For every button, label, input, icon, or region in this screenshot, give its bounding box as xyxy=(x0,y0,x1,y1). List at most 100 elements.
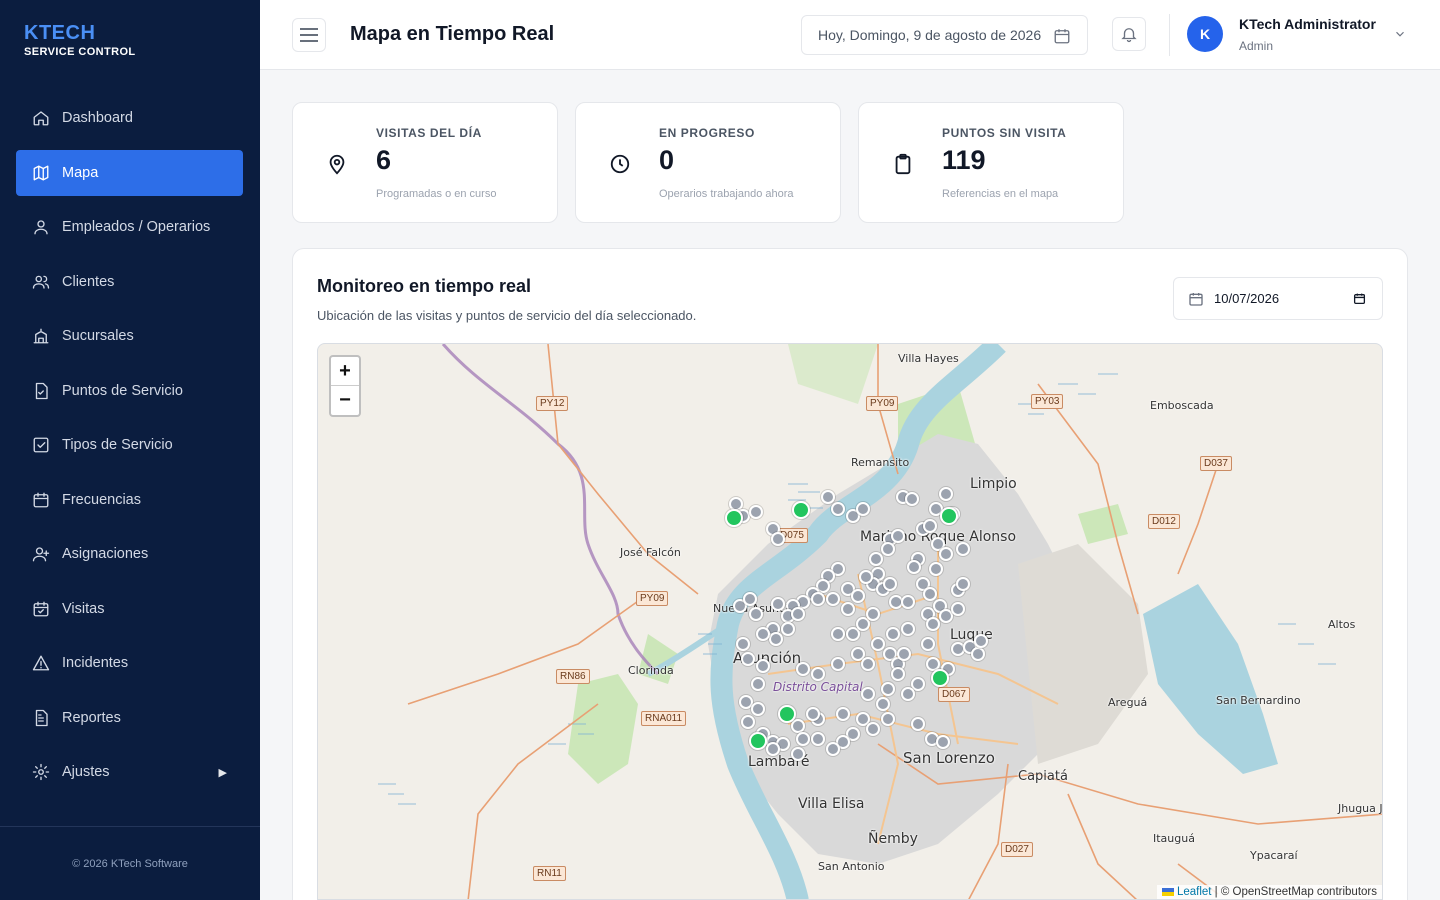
service-point-marker[interactable] xyxy=(771,532,785,546)
service-point-marker[interactable] xyxy=(796,662,810,676)
service-point-marker[interactable] xyxy=(866,722,880,736)
map-view[interactable]: Villa Hayes Emboscada Remansito Limpio José … xyxy=(317,343,1383,900)
menu-toggle-button[interactable] xyxy=(292,18,326,52)
visit-marker[interactable] xyxy=(749,732,767,750)
service-point-marker[interactable] xyxy=(891,667,905,681)
service-point-marker[interactable] xyxy=(861,687,875,701)
service-point-marker[interactable] xyxy=(929,562,943,576)
service-point-marker[interactable] xyxy=(751,677,765,691)
service-point-marker[interactable] xyxy=(886,627,900,641)
expand-arrow-icon[interactable]: ▶ xyxy=(219,766,227,779)
sidebar-item-sucursales[interactable]: Sucursales xyxy=(16,313,243,359)
service-point-marker[interactable] xyxy=(851,589,865,603)
service-point-marker[interactable] xyxy=(859,570,873,584)
service-point-marker[interactable] xyxy=(771,597,785,611)
service-point-marker[interactable] xyxy=(741,715,755,729)
service-point-marker[interactable] xyxy=(836,707,850,721)
service-point-marker[interactable] xyxy=(911,717,925,731)
service-point-marker[interactable] xyxy=(869,552,883,566)
zoom-out-button[interactable]: − xyxy=(331,386,359,415)
service-point-marker[interactable] xyxy=(951,602,965,616)
service-point-marker[interactable] xyxy=(826,592,840,606)
service-point-marker[interactable] xyxy=(926,617,940,631)
service-point-marker[interactable] xyxy=(901,687,915,701)
service-point-marker[interactable] xyxy=(811,732,825,746)
service-point-marker[interactable] xyxy=(901,595,915,609)
service-point-marker[interactable] xyxy=(806,707,820,721)
service-point-marker[interactable] xyxy=(939,547,953,561)
sidebar-item-reportes[interactable]: Reportes xyxy=(16,695,243,741)
service-point-marker[interactable] xyxy=(861,657,875,671)
service-point-marker[interactable] xyxy=(756,627,770,641)
today-date-display[interactable]: Hoy, Domingo, 9 de agosto de 2026 xyxy=(801,15,1088,55)
service-point-marker[interactable] xyxy=(907,560,921,574)
service-point-marker[interactable] xyxy=(974,634,988,648)
service-point-marker[interactable] xyxy=(905,492,919,506)
service-point-marker[interactable] xyxy=(821,490,835,504)
service-point-marker[interactable] xyxy=(741,652,755,666)
visit-marker[interactable] xyxy=(725,509,743,527)
sidebar-item-dashboard[interactable]: Dashboard xyxy=(16,95,243,141)
service-point-marker[interactable] xyxy=(936,735,950,749)
service-point-marker[interactable] xyxy=(901,622,915,636)
service-point-marker[interactable] xyxy=(856,502,870,516)
service-point-marker[interactable] xyxy=(811,592,825,606)
sidebar-item-ajustes[interactable]: Ajustes ▶ xyxy=(16,749,243,795)
service-point-marker[interactable] xyxy=(866,607,880,621)
sidebar-item-visitas[interactable]: Visitas xyxy=(16,586,243,632)
service-point-marker[interactable] xyxy=(881,682,895,696)
service-point-marker[interactable] xyxy=(881,712,895,726)
brand-logo[interactable]: KTECH SERVICE CONTROL xyxy=(24,22,136,58)
sidebar-item-asignaciones[interactable]: Asignaciones xyxy=(16,531,243,577)
user-name[interactable]: KTech Administrator xyxy=(1239,16,1376,32)
service-point-marker[interactable] xyxy=(781,622,795,636)
service-point-marker[interactable] xyxy=(841,602,855,616)
service-point-marker[interactable] xyxy=(751,702,765,716)
service-point-marker[interactable] xyxy=(791,747,805,761)
service-point-marker[interactable] xyxy=(769,632,783,646)
service-point-marker[interactable] xyxy=(811,667,825,681)
service-point-marker[interactable] xyxy=(921,637,935,651)
visit-marker[interactable] xyxy=(940,507,958,525)
service-point-marker[interactable] xyxy=(831,657,845,671)
zoom-in-button[interactable]: + xyxy=(331,357,359,386)
leaflet-link[interactable]: Leaflet xyxy=(1177,886,1212,898)
service-point-marker[interactable] xyxy=(791,719,805,733)
service-point-marker[interactable] xyxy=(883,577,897,591)
service-point-marker[interactable] xyxy=(876,697,890,711)
service-point-marker[interactable] xyxy=(939,487,953,501)
sidebar-item-empleados-operarios[interactable]: Empleados / Operarios xyxy=(16,204,243,250)
service-point-marker[interactable] xyxy=(956,542,970,556)
visit-marker[interactable] xyxy=(778,705,796,723)
visit-marker[interactable] xyxy=(792,501,810,519)
service-point-marker[interactable] xyxy=(881,542,895,556)
service-point-marker[interactable] xyxy=(831,627,845,641)
service-point-marker[interactable] xyxy=(749,505,763,519)
service-point-marker[interactable] xyxy=(766,742,780,756)
service-point-marker[interactable] xyxy=(749,607,763,621)
service-point-marker[interactable] xyxy=(791,607,805,621)
service-point-marker[interactable] xyxy=(971,647,985,661)
service-point-marker[interactable] xyxy=(756,659,770,673)
service-point-marker[interactable] xyxy=(923,519,937,533)
chevron-down-icon[interactable] xyxy=(1393,27,1407,41)
map-tiles[interactable] xyxy=(318,344,1383,900)
service-point-marker[interactable] xyxy=(923,587,937,601)
sidebar-item-mapa[interactable]: Mapa xyxy=(16,149,243,196)
service-point-marker[interactable] xyxy=(897,647,911,661)
visit-marker[interactable] xyxy=(931,669,949,687)
service-point-marker[interactable] xyxy=(826,742,840,756)
service-point-marker[interactable] xyxy=(871,637,885,651)
service-point-marker[interactable] xyxy=(736,637,750,651)
service-point-marker[interactable] xyxy=(796,732,810,746)
sidebar-item-puntos-de-servicio[interactable]: Puntos de Servicio xyxy=(16,368,243,414)
sidebar-item-frecuencias[interactable]: Frecuencias xyxy=(16,477,243,523)
service-point-marker[interactable] xyxy=(831,502,845,516)
avatar[interactable]: K xyxy=(1187,16,1223,52)
calendar-picker-icon[interactable] xyxy=(1353,292,1366,305)
sidebar-item-clientes[interactable]: Clientes xyxy=(16,259,243,305)
service-point-marker[interactable] xyxy=(891,529,905,543)
service-point-marker[interactable] xyxy=(956,577,970,591)
notifications-button[interactable] xyxy=(1112,17,1146,51)
date-filter-input[interactable]: 10/07/2026 xyxy=(1173,277,1383,320)
